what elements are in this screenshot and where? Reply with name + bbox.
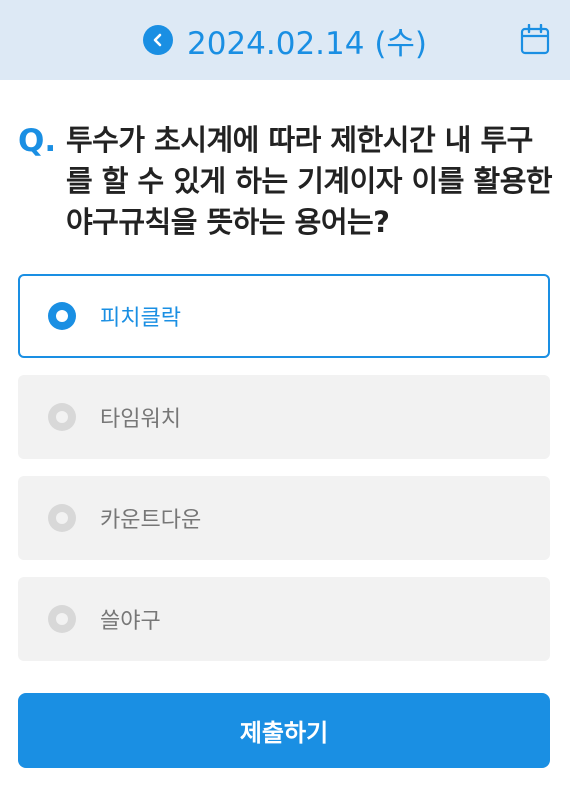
current-date: 2024.02.14 (수) <box>186 25 428 62</box>
answer-option-label: 피치클락 <box>100 306 181 331</box>
radio-selected-icon <box>48 302 76 330</box>
answer-option-1[interactable]: 피치클락 <box>18 274 550 358</box>
answer-option-4[interactable]: 쓸야구 <box>18 577 550 661</box>
answer-option-3[interactable]: 카운트다운 <box>18 476 550 560</box>
question-text: 투수가 초시계에 따라 제한시간 내 투구를 할 수 있게 하는 기계이자 이를… <box>66 123 553 239</box>
submit-button[interactable]: 제출하기 <box>18 693 550 768</box>
date-navigator: 2024.02.14 (수) <box>142 18 428 63</box>
quiz-question: Q. 투수가 초시계에 따라 제한시간 내 투구를 할 수 있게 하는 기계이자… <box>18 120 553 243</box>
answer-option-label: 쓸야구 <box>100 609 161 634</box>
answer-option-label: 카운트다운 <box>100 508 202 533</box>
chevron-left-icon <box>153 33 162 47</box>
radio-unselected-icon <box>48 605 76 633</box>
calendar-icon <box>520 23 550 55</box>
answer-option-2[interactable]: 타임워치 <box>18 375 550 459</box>
date-header: 2024.02.14 (수) <box>0 0 570 80</box>
radio-unselected-icon <box>48 403 76 431</box>
calendar-button[interactable] <box>520 23 550 56</box>
question-marker: Q. <box>18 123 57 159</box>
answer-option-label: 타임워치 <box>100 407 181 432</box>
radio-unselected-icon <box>48 504 76 532</box>
previous-date-button[interactable] <box>142 25 173 55</box>
